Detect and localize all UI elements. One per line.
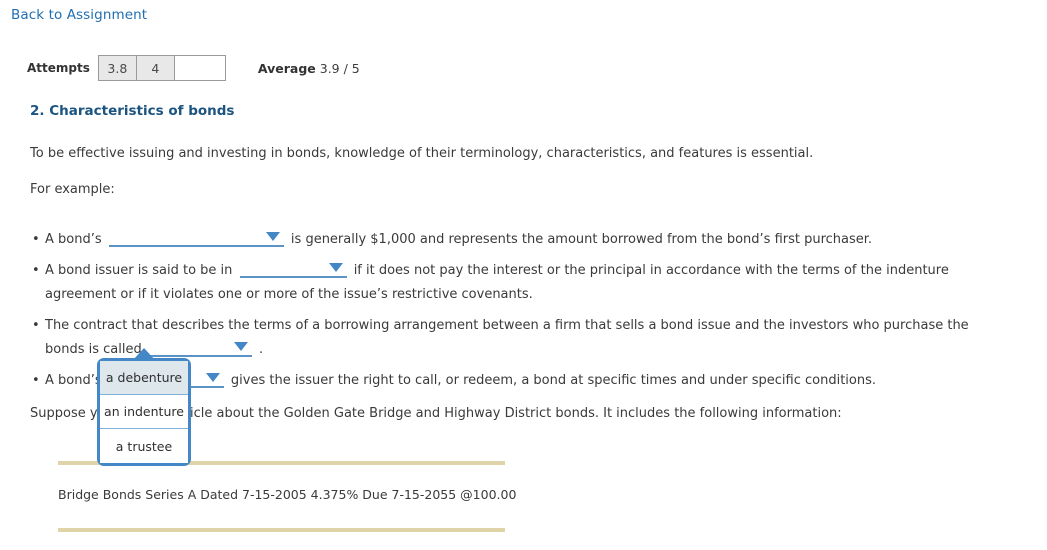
list-item: The contract that describes the terms of…: [30, 314, 990, 362]
attempts-cells: 3.8 4: [97, 55, 226, 81]
statement-text-before: A bond’s: [45, 232, 102, 247]
dropdown-option-a-debenture[interactable]: a debenture: [100, 361, 188, 395]
statement-text-before: A bond’s: [45, 373, 102, 389]
attempts-bar: Attempts 3.8 4 Average 3.9 / 5: [27, 55, 360, 81]
statement-text-before: A bond issuer is said to be in: [45, 263, 233, 279]
statement-text-after: gives the issuer the right to call, or r…: [230, 373, 877, 389]
attempt-cell-3: [174, 56, 225, 80]
chevron-down-icon: [328, 263, 343, 273]
chevron-down-icon: [265, 232, 280, 241]
statement-text-after: is generally $1,000 and represents the a…: [290, 232, 873, 247]
bond-quote-text: Bridge Bonds Series A Dated 7-15-2005 4.…: [58, 487, 517, 502]
quote-rule-bottom: [58, 528, 505, 532]
dropdown-option-a-trustee[interactable]: a trustee: [100, 429, 188, 463]
attempt-cell-2: 4: [136, 56, 175, 80]
popup-pointer-icon: [133, 348, 155, 360]
bond-par-value-dropdown[interactable]: [108, 228, 284, 247]
average-label: Average: [257, 60, 316, 76]
attempt-cell-1: 3.8: [98, 56, 137, 80]
statement-text-after: .: [259, 342, 264, 358]
list-item: A bond’s is generally $1,000 and represe…: [30, 228, 990, 252]
for-example-label: For example:: [30, 182, 115, 197]
dropdown-option-an-indenture[interactable]: an indenture: [100, 395, 188, 429]
chevron-down-icon: [233, 342, 248, 352]
attempts-label: Attempts: [27, 61, 90, 75]
average-score: Average 3.9 / 5: [258, 61, 360, 76]
bond-indenture-dropdown[interactable]: [148, 338, 252, 358]
back-to-assignment-link[interactable]: Back to Assignment: [11, 7, 147, 23]
average-value: 3.9 / 5: [319, 60, 360, 76]
chevron-down-icon: [205, 373, 220, 383]
bond-default-dropdown[interactable]: [239, 259, 347, 279]
page-title: 2. Characteristics of bonds: [30, 103, 235, 119]
intro-paragraph: To be effective issuing and investing in…: [30, 146, 814, 161]
dropdown-options-popup[interactable]: a debenture an indenture a trustee: [97, 348, 191, 466]
list-item: A bond issuer is said to be in if it doe…: [30, 259, 990, 307]
